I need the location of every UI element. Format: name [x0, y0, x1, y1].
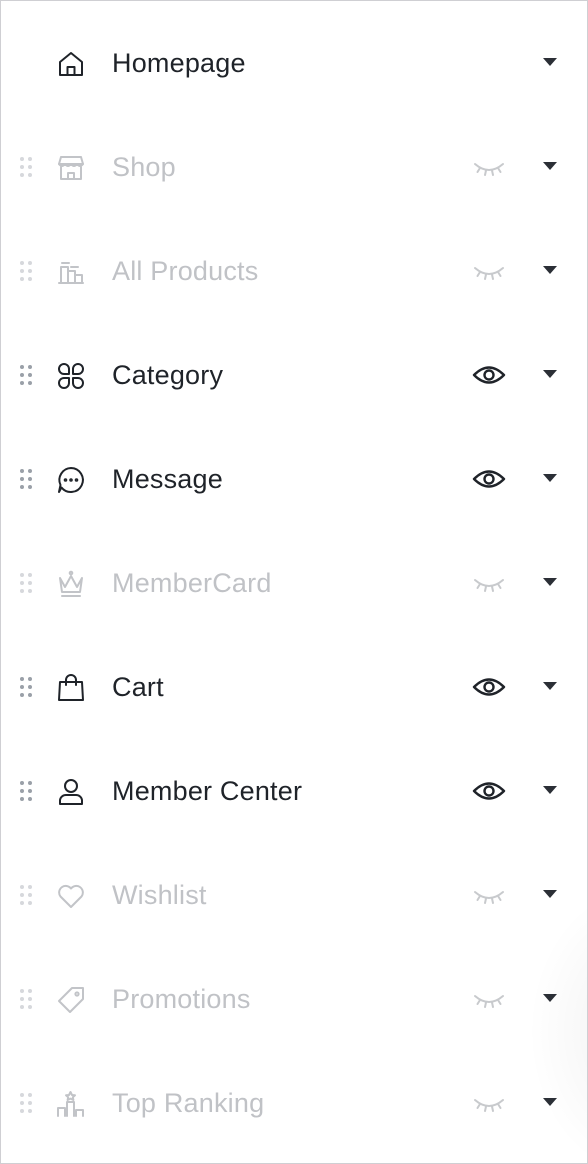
drag-handle-icon[interactable] — [19, 468, 33, 490]
menu-item-label: Cart — [112, 672, 164, 702]
chevron-down-icon[interactable] — [543, 890, 557, 898]
ranking-icon — [55, 1088, 87, 1120]
drag-handle-icon[interactable] — [19, 156, 33, 178]
heart-icon — [55, 880, 87, 912]
drag-handle-icon[interactable] — [19, 1092, 33, 1114]
chevron-down-icon[interactable] — [543, 994, 557, 1002]
eye-closed-icon[interactable] — [472, 985, 506, 1013]
menu-item-label: Member Center — [112, 776, 303, 806]
eye-closed-icon[interactable] — [472, 257, 506, 285]
menu-item-member-center[interactable]: Member Center — [1, 739, 587, 843]
eye-closed-icon[interactable] — [472, 881, 506, 909]
tag-icon — [55, 984, 87, 1016]
chevron-down-icon[interactable] — [543, 786, 557, 794]
menu-item-shop[interactable]: Shop — [1, 115, 587, 219]
menu-item-label: Category — [112, 360, 224, 390]
chevron-down-icon[interactable] — [543, 578, 557, 586]
drag-handle-icon[interactable] — [19, 884, 33, 906]
chevron-down-icon[interactable] — [543, 1098, 557, 1106]
shopping-bag-icon — [55, 672, 87, 704]
eye-closed-icon[interactable] — [472, 569, 506, 597]
shop-icon — [55, 152, 87, 184]
eye-icon[interactable] — [472, 673, 506, 701]
home-icon — [55, 48, 87, 80]
drag-handle-icon[interactable] — [19, 260, 33, 282]
menu-item-label: Top Ranking — [112, 1088, 265, 1118]
drag-handle-icon[interactable] — [19, 572, 33, 594]
menu-item-message[interactable]: Message — [1, 427, 587, 531]
menu-item-label: All Products — [112, 256, 259, 286]
chevron-down-icon[interactable] — [543, 266, 557, 274]
drag-handle-icon[interactable] — [19, 988, 33, 1010]
chevron-down-icon[interactable] — [543, 682, 557, 690]
menu-item-homepage[interactable]: Homepage — [1, 11, 587, 115]
eye-icon[interactable] — [472, 361, 506, 389]
eye-closed-icon[interactable] — [472, 1089, 506, 1117]
menu-item-label: MemberCard — [112, 568, 272, 598]
crown-icon — [55, 568, 87, 600]
menu-item-all-products[interactable]: All Products — [1, 219, 587, 323]
message-icon — [55, 464, 87, 496]
user-icon — [55, 776, 87, 808]
menu-item-top-ranking[interactable]: Top Ranking — [1, 1051, 587, 1155]
eye-icon[interactable] — [472, 777, 506, 805]
menu-item-membercard[interactable]: MemberCard — [1, 531, 587, 635]
drag-handle-icon[interactable] — [19, 364, 33, 386]
menu-config-panel: Homepage Shop All Products Category Mess… — [0, 0, 588, 1164]
menu-item-label: Wishlist — [112, 880, 207, 910]
eye-closed-icon[interactable] — [472, 153, 506, 181]
chevron-down-icon[interactable] — [543, 162, 557, 170]
menu-item-label: Homepage — [112, 48, 246, 78]
chevron-down-icon[interactable] — [543, 58, 557, 66]
menu-item-label: Message — [112, 464, 223, 494]
menu-item-wishlist[interactable]: Wishlist — [1, 843, 587, 947]
chevron-down-icon[interactable] — [543, 370, 557, 378]
drag-handle-icon[interactable] — [19, 780, 33, 802]
chevron-down-icon[interactable] — [543, 474, 557, 482]
eye-icon[interactable] — [472, 465, 506, 493]
menu-item-promotions[interactable]: Promotions — [1, 947, 587, 1051]
all-products-icon — [55, 256, 87, 288]
category-icon — [55, 360, 87, 392]
drag-handle-icon[interactable] — [19, 676, 33, 698]
menu-item-label: Promotions — [112, 984, 251, 1014]
menu-item-label: Shop — [112, 152, 176, 182]
menu-item-cart[interactable]: Cart — [1, 635, 587, 739]
menu-item-category[interactable]: Category — [1, 323, 587, 427]
